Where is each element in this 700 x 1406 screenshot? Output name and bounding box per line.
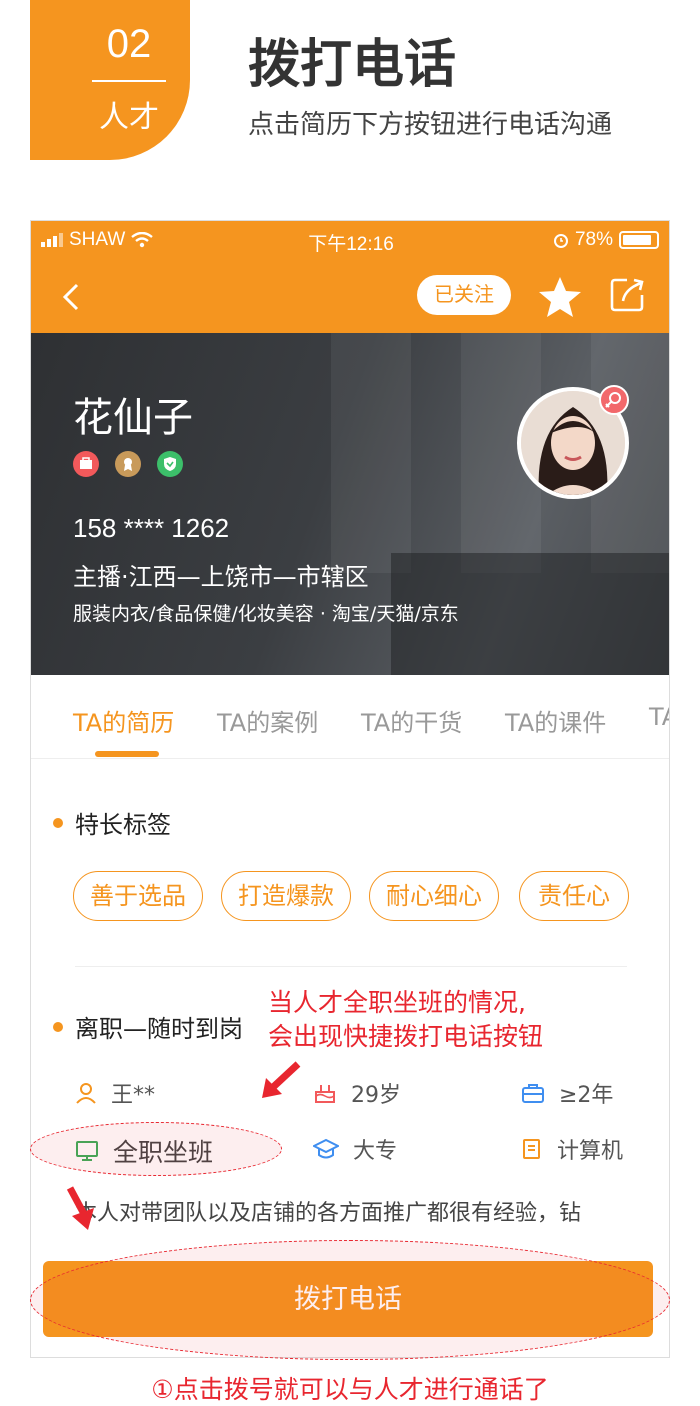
profile-categories: 服装内衣/食品保健/化妆美容 · 淘宝/天猫/京东 [73,603,459,625]
alarm-icon [553,234,568,248]
briefcase-icon [522,1084,544,1103]
info-experience: ≥2年 [521,1077,613,1109]
battery-icon [619,231,659,249]
briefcase-badge-icon [73,451,99,477]
back-icon[interactable] [51,277,91,317]
female-icon [599,385,629,415]
cake-icon [315,1085,335,1103]
skill-tag: 责任心 [519,871,629,921]
availability-label: 离职—随时到岗 [75,1015,243,1043]
info-major: 计算机 [521,1133,623,1165]
person-icon [76,1083,96,1104]
arrow-down-icon [66,1186,94,1230]
info-education-value: 大专 [353,1139,398,1164]
profile-header: 花仙子 158 **** 1262 主播·江西—上饶市—市辖区 服装内衣/食品保… [31,333,669,675]
skill-tag: 耐心细心 [369,871,499,921]
info-name: 王** [75,1077,155,1109]
page-title: 拨打电话 [248,35,457,95]
availability-title: 离职—随时到岗 [53,1009,243,1044]
annotation-line-2: 会出现快捷拨打电话按钮 [268,1022,544,1051]
tab-resume[interactable]: TA的简历 [73,703,174,738]
certificate-badge-icon [115,451,141,477]
battery-percent: 78% [574,229,613,250]
highlight-ellipse-work-type [30,1122,282,1176]
info-experience-value: ≥2年 [559,1083,614,1108]
section-divider [75,966,627,967]
profile-tabs: TA的简历 TA的案例 TA的干货 TA的课件 TA [31,675,669,759]
active-tab-indicator [95,751,159,757]
step-badge: 02 人才 [30,0,190,160]
profile-name: 花仙子 [73,395,193,441]
annotation-line-1: 当人才全职坐班的情况, [268,988,526,1017]
info-age: 29岁 [313,1077,401,1109]
profile-location: 主播·江西—上饶市—市辖区 [73,563,369,591]
share-icon[interactable] [607,275,647,315]
skills-title-label: 特长标签 [75,811,171,839]
step-number: 02 [106,22,152,66]
info-name-value: 王** [111,1083,156,1108]
graduation-cap-icon [313,1138,339,1159]
tab-cases[interactable]: TA的案例 [217,703,318,738]
verified-badge-icon [157,451,183,477]
book-icon [523,1139,540,1159]
arrow-down-left-icon [262,1061,301,1098]
status-bar: SHAW 下午12:16 78% [31,221,669,259]
badge-divider [92,80,166,82]
info-major-value: 计算机 [557,1139,624,1164]
footer-note: ①点击拨号就可以与人才进行通话了 [151,1375,549,1404]
page-subtitle: 点击简历下方按钮进行电话沟通 [248,110,613,140]
highlight-ellipse-call-button [30,1240,670,1360]
skill-tag: 打造爆款 [221,871,351,921]
follow-button[interactable]: 已关注 [417,275,511,315]
skill-tag: 善于选品 [73,871,203,921]
tab-courses[interactable]: TA的课件 [505,703,606,738]
phone-screenshot: SHAW 下午12:16 78% 已关注 花仙子 158 **** 1262 主… [30,220,670,1358]
tab-articles[interactable]: TA的干货 [361,703,462,738]
tab-more[interactable]: TA [649,703,669,731]
nav-bar: 已关注 [31,259,669,333]
self-description: 本人对带团队以及店铺的各方面推广都很有经验，钻 [75,1201,582,1226]
profile-phone: 158 **** 1262 [73,513,230,543]
step-label: 人才 [99,100,159,135]
info-age-value: 29岁 [351,1083,401,1108]
info-education: 大专 [313,1133,397,1165]
favorite-star-icon[interactable] [537,275,583,319]
skills-section-title: 特长标签 [53,805,171,840]
